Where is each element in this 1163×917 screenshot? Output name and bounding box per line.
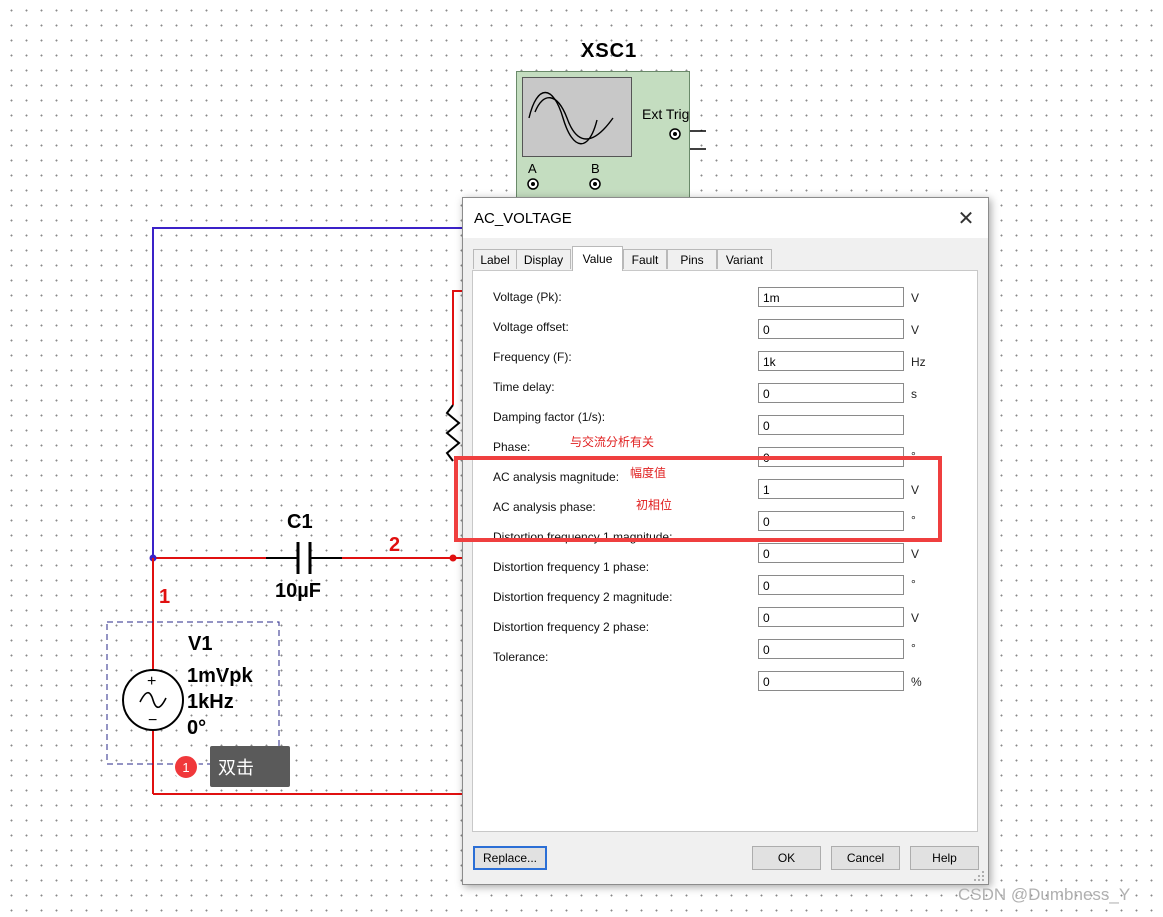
unit-label: V <box>911 323 920 337</box>
v1-name: V1 <box>188 633 213 655</box>
plus-icon: + <box>147 673 156 690</box>
channel-a-label: A <box>528 161 537 176</box>
dist-freq2-magnitude-input[interactable]: 0 <box>758 607 904 627</box>
voltage-pk-input[interactable]: 1m <box>758 287 904 307</box>
voltage-offset-input[interactable]: 0 <box>758 319 904 339</box>
minus-icon: − <box>148 712 157 729</box>
unit-label: s <box>911 387 917 401</box>
param-label: Damping factor (1/s): <box>493 410 606 424</box>
unit-label: Hz <box>911 355 926 369</box>
close-icon[interactable]: ✕ <box>944 198 988 238</box>
param-label: Distortion frequency 2 magnitude: <box>493 590 673 604</box>
unit-label: ° <box>911 641 916 655</box>
v1-frequency: 1kHz <box>187 691 234 713</box>
dialog-titlebar[interactable]: AC_VOLTAGE ✕ <box>463 198 988 238</box>
tab-display[interactable]: Display <box>516 249 571 269</box>
ok-button[interactable]: OK <box>752 846 821 870</box>
unit-label: V <box>911 291 920 305</box>
resize-grip-icon[interactable] <box>973 870 985 882</box>
c1-name: C1 <box>287 511 313 533</box>
v1-phase: 0° <box>187 717 207 739</box>
unit-label: % <box>911 675 922 689</box>
value-tab-panel: Voltage (Pk): Voltage offset: Frequency … <box>472 270 978 832</box>
tab-value[interactable]: Value <box>572 246 623 271</box>
oscilloscope[interactable]: A B <box>516 71 690 203</box>
dist-freq1-phase-input[interactable]: 0 <box>758 575 904 595</box>
ext-trig-terminal-icon[interactable] <box>667 126 683 142</box>
double-click-tooltip: 双击 <box>210 746 290 787</box>
scope-screen <box>522 77 632 157</box>
dist-freq2-phase-input[interactable]: 0 <box>758 639 904 659</box>
param-label: Frequency (F): <box>493 350 572 364</box>
param-label: Distortion frequency 1 phase: <box>493 560 650 574</box>
tooltip-text: 双击 <box>218 757 254 778</box>
step-badge: 1 <box>173 754 199 780</box>
channel-b-terminal-icon[interactable] <box>587 176 603 192</box>
help-button[interactable]: Help <box>910 846 979 870</box>
watermark: CSDN @Dumbness_Y <box>958 885 1131 904</box>
param-label: Voltage offset: <box>493 320 569 334</box>
scope-waveform-icon <box>528 91 614 145</box>
scope-title: XSC1 <box>581 40 638 62</box>
param-label: Time delay: <box>493 380 555 394</box>
unit-label: ° <box>911 577 916 591</box>
resistor-zigzag[interactable] <box>445 404 461 462</box>
cancel-button[interactable]: Cancel <box>831 846 900 870</box>
param-label: Phase: <box>493 440 531 454</box>
dialog-title: AC_VOLTAGE <box>474 210 572 227</box>
replace-button[interactable]: Replace... <box>473 846 547 870</box>
param-label: Tolerance: <box>493 650 549 664</box>
v1-amplitude: 1mVpk <box>187 665 253 687</box>
node-2-label: 2 <box>389 534 401 556</box>
time-delay-input[interactable]: 0 <box>758 383 904 403</box>
channel-a-terminal-icon[interactable] <box>525 176 541 192</box>
dist-freq1-magnitude-input[interactable]: 0 <box>758 543 904 563</box>
c1-value: 10µF <box>275 580 321 602</box>
node-1-label: 1 <box>159 586 171 608</box>
param-label: Voltage (Pk): <box>493 290 562 304</box>
tab-pins[interactable]: Pins <box>667 249 717 269</box>
ac-analysis-highlight <box>454 456 942 542</box>
param-label: Distortion frequency 2 phase: <box>493 620 650 634</box>
tolerance-input[interactable]: 0 <box>758 671 904 691</box>
wire-resistor-top[interactable] <box>452 290 462 405</box>
tab-label[interactable]: Label <box>473 249 517 269</box>
tab-fault[interactable]: Fault <box>623 249 667 269</box>
ext-trig-label: Ext Trig <box>642 106 690 122</box>
damping-factor-input[interactable]: 0 <box>758 415 904 435</box>
tab-variant[interactable]: Variant <box>717 249 772 269</box>
frequency-input[interactable]: 1k <box>758 351 904 371</box>
unit-label: V <box>911 611 920 625</box>
channel-b-label: B <box>591 161 600 176</box>
annotation-ac-related: 与交流分析有关 <box>570 435 655 449</box>
blue-wire[interactable] <box>152 227 462 558</box>
unit-label: V <box>911 547 920 561</box>
junction-node2 <box>449 554 457 562</box>
